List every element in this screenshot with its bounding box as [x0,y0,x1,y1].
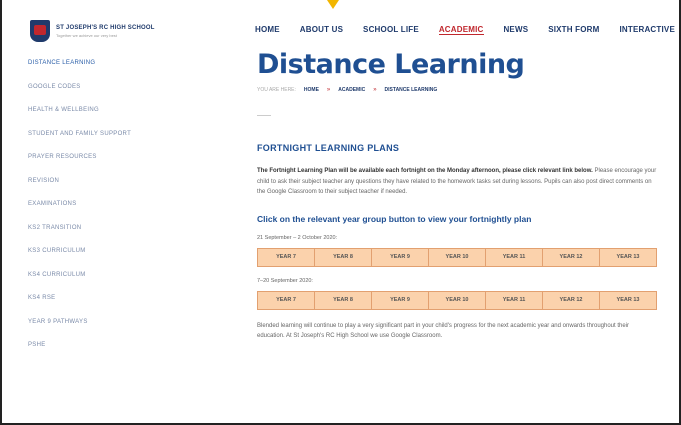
breadcrumb-home[interactable]: HOME [304,87,319,93]
year-button-row: YEAR 7 YEAR 8 YEAR 9 YEAR 10 YEAR 11 YEA… [257,290,657,310]
year-7-button[interactable]: YEAR 7 [258,248,315,266]
year-9-button[interactable]: YEAR 9 [372,248,429,266]
year-12-button[interactable]: YEAR 12 [543,248,600,266]
intro-bold-text: The Fortnight Learning Plan will be avai… [257,168,593,174]
year-button-row: YEAR 7 YEAR 8 YEAR 9 YEAR 10 YEAR 11 YEA… [257,247,657,267]
year-13-button[interactable]: YEAR 13 [600,249,656,266]
cursor-pointer-marker [327,0,339,9]
nav-academic[interactable]: ACADEMIC [438,25,484,35]
breadcrumb-prefix: YOU ARE HERE: [257,87,296,93]
instruction-heading: Click on the relevant year group button … [257,213,532,224]
section-title: FORTNIGHT LEARNING PLANS [257,143,400,153]
nav-sixth-form[interactable]: SIXTH FORM [548,25,599,35]
period-label: 7–20 September 2020: [257,277,313,284]
logo-text: ST JOSEPH'S RC HIGH SCHOOL Together we a… [56,25,155,38]
year-11-button[interactable]: YEAR 11 [486,248,543,266]
breadcrumb-current: DISTANCE LEARNING [384,87,438,93]
closing-paragraph: Blended learning will continue to play a… [257,322,630,340]
sidebar-item-prayer-resources[interactable]: PRAYER RESOURCES [28,154,218,178]
intro-paragraph: The Fortnight Learning Plan will be avai… [257,166,657,198]
breadcrumb-academic[interactable]: ACADEMIC [338,87,365,93]
nav-news[interactable]: NEWS [503,25,528,35]
sidebar-item-revision[interactable]: REVISION [28,178,218,202]
page-title: Distance Learning [257,49,525,80]
year-11-button[interactable]: YEAR 11 [486,291,543,309]
period-label: 21 September – 2 October 2020: [257,234,338,241]
sidebar-item-pshe[interactable]: PSHE [28,342,218,366]
year-10-button[interactable]: YEAR 10 [429,248,486,266]
crest-icon [30,20,50,42]
divider [257,115,271,116]
year-8-button[interactable]: YEAR 8 [315,291,372,309]
school-logo[interactable]: ST JOSEPH'S RC HIGH SCHOOL Together we a… [30,20,155,42]
year-8-button[interactable]: YEAR 8 [315,248,372,266]
main-nav: HOME ABOUT US SCHOOL LIFE ACADEMIC NEWS … [255,25,675,35]
nav-school-life[interactable]: SCHOOL LIFE [363,25,419,35]
year-9-button[interactable]: YEAR 9 [372,291,429,309]
sidebar-item-year-9-pathways[interactable]: YEAR 9 PATHWAYS [28,319,218,343]
nav-about-us[interactable]: ABOUT US [300,25,343,35]
sidebar-item-ks2-transition[interactable]: KS2 TRANSITION [28,225,218,249]
year-12-button[interactable]: YEAR 12 [543,291,600,309]
breadcrumb-separator: » [326,87,331,93]
school-tagline: Together we achieve our very best [56,32,117,38]
nav-interactive[interactable]: INTERACTIVE [619,25,675,35]
sidebar-item-ks4-rse[interactable]: KS4 RSE [28,295,218,319]
breadcrumb: YOU ARE HERE: HOME » ACADEMIC » DISTANCE… [257,87,657,93]
year-13-button[interactable]: YEAR 13 [600,292,656,309]
main-content: Distance Learning YOU ARE HERE: HOME » A… [257,50,657,342]
year-10-button[interactable]: YEAR 10 [429,291,486,309]
breadcrumb-separator: » [373,87,377,93]
school-name: ST JOSEPH'S RC HIGH SCHOOL [56,24,155,31]
sidebar-item-ks4-curriculum[interactable]: KS4 CURRICULUM [28,272,218,296]
sidebar-item-student-family-support[interactable]: STUDENT AND FAMILY SUPPORT [28,131,218,155]
sidebar-item-ks3-curriculum[interactable]: KS3 CURRICULUM [28,248,218,272]
sidebar-item-examinations[interactable]: EXAMINATIONS [28,201,218,225]
year-7-button[interactable]: YEAR 7 [258,291,315,309]
sidebar-item-health-wellbeing[interactable]: HEALTH & WELLBEING [28,107,218,131]
sidebar-item-google-codes[interactable]: GOOGLE CODES [28,84,218,108]
nav-home[interactable]: HOME [255,25,280,35]
sidebar-item-distance-learning[interactable]: DISTANCE LEARNING [28,60,218,84]
sidebar: DISTANCE LEARNING GOOGLE CODES HEALTH & … [28,60,218,366]
